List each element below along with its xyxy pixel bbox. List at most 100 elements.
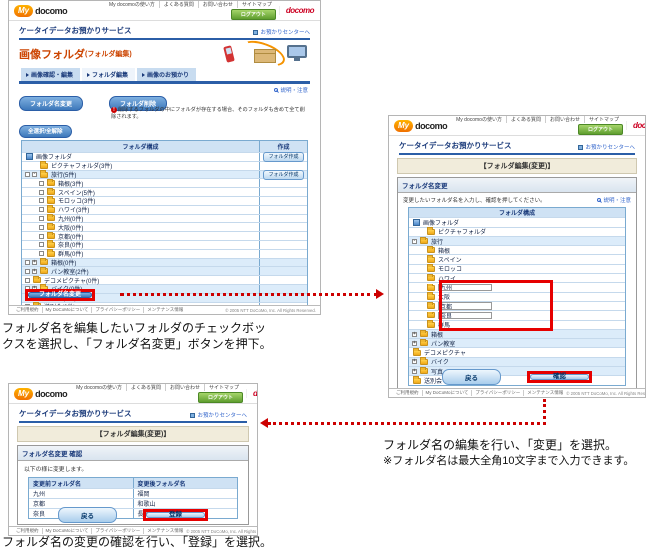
action-area: フォルダ名変更 フォルダ削除 削除するフォルダの中にフォルダが存在する場合、その… bbox=[9, 95, 320, 119]
nav-link[interactable]: よくある質問 bbox=[159, 1, 198, 8]
mydocomo-header: MydocomoMy docomoの使い方よくある質問お問い合わせサイトマップロ… bbox=[9, 384, 257, 404]
folder-row: 奈良(0件) bbox=[22, 240, 307, 249]
tab-0[interactable]: 画像確認・編集 bbox=[21, 68, 80, 81]
center-link[interactable]: お預かりセンターへ bbox=[253, 28, 310, 36]
folder-checkbox[interactable] bbox=[39, 190, 44, 195]
confirm-button[interactable]: 確認 bbox=[530, 374, 589, 380]
footer-link[interactable]: メンテナンス情報 bbox=[523, 390, 566, 396]
back-button[interactable]: 戻る bbox=[58, 507, 117, 523]
folder-cell: +パン教室(2件) bbox=[22, 267, 259, 276]
logout-button[interactable]: ログアウト bbox=[578, 124, 623, 135]
footer-link[interactable]: ご利用規約 bbox=[13, 307, 42, 313]
nav-link[interactable]: お問い合わせ bbox=[198, 1, 237, 8]
page-title-bar: 【フォルダ編集(変更)】 bbox=[397, 158, 637, 174]
expand-toggle-icon[interactable]: + bbox=[412, 359, 417, 364]
nav-link[interactable]: My docomoの使い方 bbox=[72, 384, 126, 391]
center-link[interactable]: お預かりセンターへ bbox=[578, 143, 635, 151]
docomo-logo-text: docomo bbox=[35, 389, 67, 399]
folder-row: モロッコ bbox=[409, 264, 625, 273]
footer-link[interactable]: メンテナンス情報 bbox=[143, 307, 186, 313]
my-badge-icon: My bbox=[14, 388, 33, 400]
logout-button[interactable]: ログアウト bbox=[198, 392, 243, 403]
rename-panel: フォルダ名変更 変更したいフォルダ名を入力し、確認を押してください。 説明・注意… bbox=[397, 177, 637, 392]
folder-cell: スペイン bbox=[409, 255, 625, 264]
folder-checkbox[interactable] bbox=[39, 207, 44, 212]
nav-link[interactable]: サイトマップ bbox=[237, 1, 276, 8]
footer-link[interactable]: My DoCoMoについて bbox=[42, 307, 92, 313]
nav-link[interactable]: よくある質問 bbox=[126, 384, 165, 391]
nav-link[interactable]: お問い合わせ bbox=[545, 116, 584, 123]
storage-box-icon bbox=[254, 49, 276, 63]
folder-label: ハワイ bbox=[438, 274, 456, 283]
folder-cell: 群馬(0件) bbox=[22, 249, 259, 258]
create-cell bbox=[259, 276, 307, 284]
my-docomo-logo: Mydocomo bbox=[9, 384, 72, 403]
expand-toggle-icon[interactable]: + bbox=[32, 269, 37, 274]
center-link[interactable]: お預かりセンターへ bbox=[190, 411, 247, 419]
folder-row: 画像フォルダフォルダ作成 bbox=[22, 152, 307, 161]
register-button[interactable]: 登録 bbox=[146, 512, 205, 518]
folder-icon bbox=[427, 275, 435, 281]
rename-folder-button[interactable]: フォルダ名変更 bbox=[19, 96, 83, 111]
footer-link[interactable]: プライバシーポリシー bbox=[91, 528, 143, 534]
help-link[interactable]: 説明・注意 bbox=[597, 196, 631, 204]
folder-checkbox[interactable] bbox=[25, 278, 30, 283]
nav-link[interactable]: My docomoの使い方 bbox=[105, 1, 159, 8]
nav-link[interactable]: お問い合わせ bbox=[165, 384, 204, 391]
nav-link[interactable]: My docomoの使い方 bbox=[452, 116, 506, 123]
footer-link[interactable]: メンテナンス情報 bbox=[143, 528, 186, 534]
highlight-box-rename: フォルダ名変更 bbox=[25, 289, 95, 301]
folder-checkbox[interactable] bbox=[39, 251, 44, 256]
expand-toggle-icon[interactable]: - bbox=[412, 239, 417, 244]
create-folder-button[interactable]: フォルダ作成 bbox=[263, 170, 303, 180]
folder-checkbox[interactable] bbox=[25, 172, 30, 177]
tab-1[interactable]: フォルダ編集 bbox=[82, 68, 135, 81]
folder-checkbox[interactable] bbox=[39, 181, 44, 186]
folder-name-input[interactable] bbox=[438, 284, 492, 292]
rename-folder-button-bottom[interactable]: フォルダ名変更 bbox=[28, 292, 92, 298]
create-cell bbox=[259, 241, 307, 249]
site-footer: ご利用規約My DoCoMoについてプライバシーポリシーメンテナンス情報 © 20… bbox=[9, 305, 320, 314]
copyright: © 2005 NTT DoCoMo, Inc. All Rights Reser… bbox=[225, 308, 316, 313]
expand-toggle-icon[interactable]: + bbox=[32, 260, 37, 265]
nav-link[interactable]: よくある質問 bbox=[506, 116, 545, 123]
expand-toggle-icon[interactable]: + bbox=[412, 341, 417, 346]
folder-icon bbox=[420, 340, 428, 346]
expand-toggle-icon[interactable]: + bbox=[412, 332, 417, 337]
folder-checkbox[interactable] bbox=[39, 198, 44, 203]
footer-link[interactable]: My DoCoMoについて bbox=[422, 390, 472, 396]
folder-checkbox[interactable] bbox=[39, 234, 44, 239]
folder-cell: +バイク bbox=[409, 357, 625, 366]
footer-link[interactable]: ご利用規約 bbox=[13, 528, 42, 534]
expand-toggle-icon[interactable]: - bbox=[32, 172, 37, 177]
folder-checkbox[interactable] bbox=[39, 225, 44, 230]
create-cell bbox=[259, 179, 307, 187]
tab-2[interactable]: 画像のお預かり bbox=[137, 68, 196, 81]
footer-link[interactable]: My DoCoMoについて bbox=[42, 528, 92, 534]
magnifier-icon bbox=[274, 88, 278, 92]
folder-checkbox[interactable] bbox=[39, 216, 44, 221]
nav-link[interactable]: サイトマップ bbox=[584, 116, 623, 123]
folder-cell: 奈良(0件) bbox=[22, 240, 259, 249]
folder-name-input[interactable] bbox=[438, 312, 492, 320]
folder-row: スペイン(5件) bbox=[22, 187, 307, 196]
page-title-sub: (フォルダ編集) bbox=[85, 49, 132, 59]
folder-name-input[interactable] bbox=[438, 302, 492, 310]
service-title-bar: ケータイデータお預かりサービスお預かりセンターへ bbox=[19, 408, 247, 423]
logout-button[interactable]: ログアウト bbox=[231, 9, 276, 20]
select-all-button[interactable]: 全選択/全解除 bbox=[19, 125, 72, 138]
col-before-label: 変更前フォルダ名 bbox=[29, 478, 133, 488]
folder-cell: 大阪(0件) bbox=[22, 223, 259, 232]
folder-checkbox[interactable] bbox=[25, 269, 30, 274]
footer-link[interactable]: プライバシーポリシー bbox=[471, 390, 523, 396]
nav-link[interactable]: サイトマップ bbox=[204, 384, 243, 391]
folder-label: 京都(0件) bbox=[58, 232, 83, 241]
create-folder-button[interactable]: フォルダ作成 bbox=[263, 152, 303, 162]
folder-checkbox[interactable] bbox=[25, 260, 30, 265]
folder-checkbox[interactable] bbox=[39, 242, 44, 247]
back-button[interactable]: 戻る bbox=[442, 369, 501, 385]
footer-link[interactable]: プライバシーポリシー bbox=[91, 307, 143, 313]
footer-link[interactable]: ご利用規約 bbox=[393, 390, 422, 396]
help-link[interactable]: 説明・注意 bbox=[274, 86, 308, 94]
caption-step3: フォルダ名の変更の確認を行い、「登録」を選択。 bbox=[2, 535, 346, 550]
